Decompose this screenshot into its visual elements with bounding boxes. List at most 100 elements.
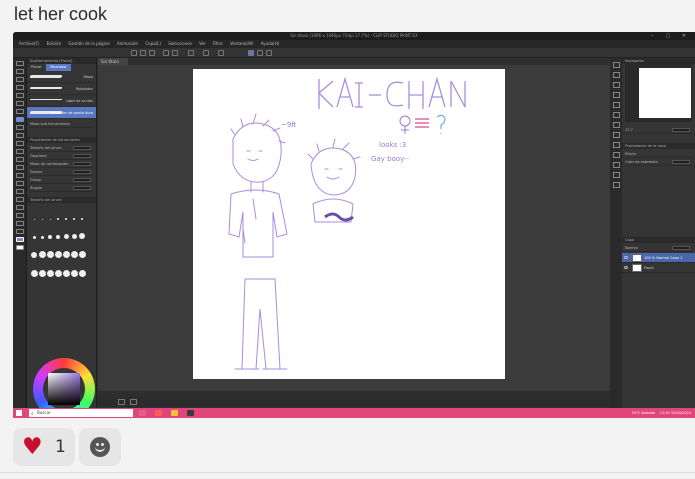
dock-icon[interactable]	[612, 142, 620, 148]
select-icon[interactable]	[218, 50, 224, 56]
size-dot[interactable]	[54, 224, 62, 239]
size-dot[interactable]	[38, 205, 46, 220]
ruler-icon[interactable]	[257, 50, 263, 56]
menu-item[interactable]: Ventana(W)	[230, 40, 254, 48]
dock-icon[interactable]	[612, 162, 620, 168]
property-row[interactable]: Dureza	[30, 168, 93, 176]
pen-tool-icon[interactable]	[15, 109, 24, 114]
size-dot[interactable]	[62, 205, 70, 220]
gradient-tool-icon[interactable]	[15, 173, 24, 178]
grid-icon[interactable]	[266, 50, 272, 56]
correct-line-tool-icon[interactable]	[15, 229, 24, 234]
eraser-tool-icon[interactable]	[15, 149, 24, 154]
dock-icon[interactable]	[612, 122, 620, 128]
size-dot[interactable]	[70, 205, 78, 220]
size-dot[interactable]	[62, 224, 70, 239]
dock-icon[interactable]	[612, 152, 620, 158]
size-dot[interactable]	[30, 224, 38, 239]
canvas-area[interactable]: looks :3 Gay booy-- ~9ft	[98, 65, 610, 407]
property-row[interactable]: Opacidad	[30, 152, 93, 160]
navigator-zoom[interactable]: 17.7	[625, 126, 692, 134]
size-dot[interactable]	[46, 205, 54, 220]
dock-icon[interactable]	[612, 172, 620, 178]
size-dot[interactable]	[62, 243, 70, 258]
pencil-tool-icon[interactable]	[15, 117, 24, 122]
size-dot[interactable]	[78, 262, 86, 277]
size-dot[interactable]	[30, 262, 38, 277]
app-icon[interactable]	[155, 410, 162, 416]
dock-icon[interactable]	[612, 182, 620, 188]
eye-icon[interactable]	[624, 266, 628, 269]
size-dot[interactable]	[38, 243, 46, 258]
taskbar-search[interactable]: ⌕ Buscar	[29, 409, 133, 417]
main-color-icon[interactable]	[15, 237, 24, 242]
snap-icon[interactable]	[248, 50, 254, 56]
drawing-paper[interactable]: looks :3 Gay booy-- ~9ft	[193, 69, 505, 379]
balloon-tool-icon[interactable]	[15, 213, 24, 218]
menu-item[interactable]: Edición	[47, 40, 61, 48]
sub-color-icon[interactable]	[15, 245, 24, 250]
lasso-tool-icon[interactable]	[15, 93, 24, 98]
dock-icon[interactable]	[612, 62, 620, 68]
blend-mode-select[interactable]: Normal	[625, 244, 692, 252]
property-row[interactable]: Ángulo	[30, 184, 93, 192]
size-dot[interactable]	[30, 243, 38, 258]
undo-icon[interactable]	[163, 50, 169, 56]
size-dot[interactable]	[62, 262, 70, 277]
size-dot[interactable]	[46, 224, 54, 239]
layer-row[interactable]: 100 % Normal Capa 1	[622, 253, 695, 263]
property-row[interactable]: Grosor	[30, 176, 93, 184]
open-icon[interactable]	[140, 50, 146, 56]
eyedropper-tool-icon[interactable]	[15, 101, 24, 106]
transform-icon[interactable]	[203, 50, 209, 56]
size-dot[interactable]	[54, 243, 62, 258]
dock-icon[interactable]	[612, 92, 620, 98]
navigator-preview[interactable]	[625, 64, 692, 122]
size-dot[interactable]	[54, 205, 62, 220]
dock-icon[interactable]	[612, 132, 620, 138]
brush-item[interactable]: Lápiz de acción	[27, 95, 96, 107]
size-dot[interactable]	[78, 205, 86, 220]
move-tool-icon[interactable]	[15, 69, 24, 74]
dock-icon[interactable]	[612, 72, 620, 78]
dock-icon[interactable]	[612, 112, 620, 118]
frame-tool-icon[interactable]	[15, 189, 24, 194]
add-reaction-button[interactable]	[79, 428, 121, 466]
expression-color-row[interactable]: Color de expresión	[625, 158, 692, 166]
size-dot[interactable]	[70, 262, 78, 277]
zoom-out-icon[interactable]	[118, 399, 125, 405]
airbrush-tool-icon[interactable]	[15, 133, 24, 138]
zoom-tool-icon[interactable]	[15, 61, 24, 66]
task-view-icon[interactable]	[139, 410, 146, 416]
windows-start-icon[interactable]	[16, 410, 22, 416]
window-controls[interactable]: ‒ ▢ ✕	[651, 33, 691, 39]
dock-icon[interactable]	[612, 102, 620, 108]
blend-tool-icon[interactable]	[15, 157, 24, 162]
brush-item[interactable]: Rotulador	[27, 83, 96, 95]
dock-icon[interactable]	[612, 82, 620, 88]
subtool-mode-label[interactable]: Modo sub-herramienta	[30, 120, 93, 128]
fill-tool-icon[interactable]	[15, 165, 24, 170]
decoration-tool-icon[interactable]	[15, 141, 24, 146]
brush-item[interactable]: Mapa	[27, 71, 96, 83]
figure-tool-icon[interactable]	[15, 181, 24, 186]
menu-item[interactable]: Archivo(F)	[19, 40, 39, 48]
file-explorer-icon[interactable]	[171, 410, 178, 416]
property-row[interactable]: Tamaño del pincel	[30, 144, 93, 152]
color-square[interactable]	[48, 373, 80, 405]
new-icon[interactable]	[131, 50, 137, 56]
line-tool-icon[interactable]	[15, 221, 24, 226]
menu-item[interactable]: Capa(L)	[145, 40, 161, 48]
heart-reaction-button[interactable]: ♥ 1	[13, 428, 75, 466]
clear-icon[interactable]	[188, 50, 194, 56]
redo-icon[interactable]	[172, 50, 178, 56]
size-dot[interactable]	[78, 224, 86, 239]
size-dot[interactable]	[38, 262, 46, 277]
system-tray[interactable]: 19°C Soleado 12:30 15/04/2024	[631, 408, 691, 418]
tab-pincel[interactable]: Pincel	[27, 64, 45, 71]
eye-icon[interactable]	[624, 256, 628, 259]
selection-tool-icon[interactable]	[15, 85, 24, 90]
layer-row[interactable]: Papel	[622, 263, 695, 273]
brush-tool-icon[interactable]	[15, 125, 24, 130]
menu-item[interactable]: Gestión de la página	[68, 40, 109, 48]
